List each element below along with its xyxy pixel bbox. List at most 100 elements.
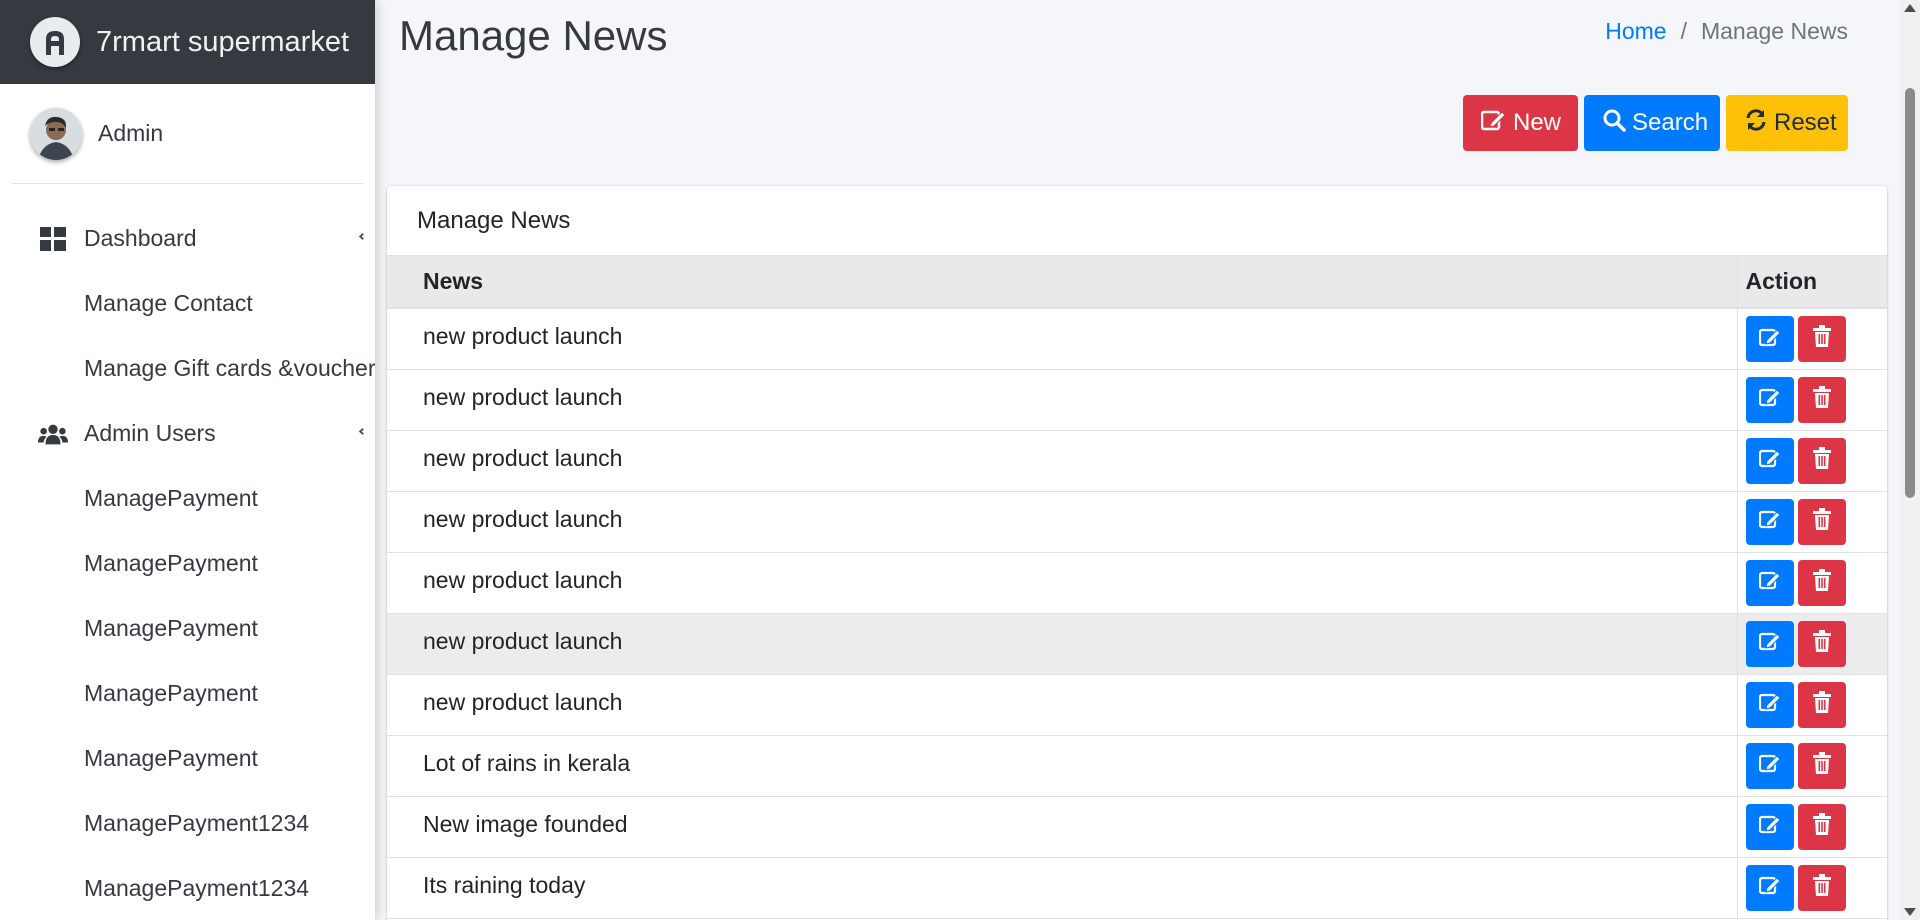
sidebar-item-managepayment[interactable]: ManagePayment (0, 726, 375, 791)
sidebar-item-label: Manage Contact (84, 290, 253, 316)
search-button-label: Search (1632, 109, 1709, 136)
sidebar-item-managepayment[interactable]: ManagePayment (0, 596, 375, 661)
action-cell (1736, 796, 1887, 858)
delete-button[interactable] (1797, 316, 1846, 362)
sidebar-item-managepayment1234[interactable]: ManagePayment1234 (0, 856, 375, 920)
table-row: new product launch (387, 430, 1887, 492)
table-row: Lot of rains in kerala (387, 735, 1887, 797)
scrollbar-thumb[interactable] (1905, 88, 1915, 498)
search-icon (1602, 108, 1632, 139)
edit-icon (1758, 691, 1781, 718)
action-cell (1736, 552, 1887, 614)
table-row: new product launch (387, 491, 1887, 553)
sidebar-item-manage-contact[interactable]: Manage Contact (0, 271, 375, 336)
toolbar: New Search Reset (1463, 95, 1848, 151)
search-button[interactable]: Search (1584, 95, 1720, 151)
sidebar-item-admin-users[interactable]: Admin Users (0, 401, 375, 466)
delete-button[interactable] (1797, 803, 1846, 850)
dashboard-icon (38, 224, 68, 254)
sidebar-item-label: Manage Gift cards &voucher (84, 355, 375, 381)
sidebar-item-label: ManagePayment (84, 485, 258, 511)
delete-button[interactable] (1797, 498, 1846, 545)
brand-link[interactable]: 7rmart supermarket (0, 0, 375, 84)
trash-icon (1812, 325, 1831, 353)
edit-icon (1758, 508, 1781, 535)
reset-button[interactable]: Reset (1726, 95, 1848, 151)
sidebar-item-managepayment[interactable]: ManagePayment (0, 531, 375, 596)
news-cell: Lot of rains in kerala (387, 735, 1737, 797)
column-header-news: News (387, 256, 1737, 309)
edit-icon (1758, 874, 1781, 901)
sidebar-item-label: Dashboard (84, 225, 197, 251)
news-cell: new product launch (387, 369, 1737, 431)
sidebar-item-managepayment1234[interactable]: ManagePayment1234 (0, 791, 375, 856)
action-cell (1736, 430, 1887, 492)
scrollbar[interactable] (1900, 0, 1920, 920)
sidebar-item-label: Admin Users (84, 420, 216, 446)
delete-button[interactable] (1797, 376, 1846, 423)
edit-button[interactable] (1745, 316, 1794, 362)
scroll-down-arrow-icon[interactable] (1904, 908, 1916, 916)
news-table: News Action new product launch new produc… (387, 256, 1887, 919)
refresh-icon (1744, 108, 1774, 139)
breadcrumb-separator: / (1680, 18, 1687, 44)
breadcrumb-current: Manage News (1700, 18, 1848, 44)
news-cell: new product launch (387, 430, 1737, 492)
news-cell: new product launch (387, 613, 1737, 675)
delete-button[interactable] (1797, 559, 1846, 606)
action-cell (1736, 857, 1887, 919)
edit-icon (1758, 447, 1781, 474)
edit-button[interactable] (1745, 681, 1794, 728)
delete-button[interactable] (1797, 864, 1846, 911)
edit-button[interactable] (1745, 376, 1794, 423)
trash-icon (1812, 507, 1831, 536)
edit-button[interactable] (1745, 437, 1794, 484)
trash-icon (1812, 690, 1831, 719)
delete-button[interactable] (1797, 620, 1846, 667)
sidebar-item-managepayment[interactable]: ManagePayment (0, 661, 375, 726)
sidebar-item-label: ManagePayment (84, 615, 258, 641)
brand-logo-icon (30, 17, 80, 67)
edit-icon (1480, 109, 1513, 138)
trash-icon (1812, 812, 1831, 841)
edit-icon (1758, 630, 1781, 657)
action-cell (1736, 613, 1887, 675)
edit-button[interactable] (1745, 742, 1794, 789)
user-name: Admin (98, 120, 164, 146)
table-row: new product launch (387, 308, 1887, 370)
edit-icon (1758, 813, 1781, 840)
scroll-up-arrow-icon[interactable] (1904, 4, 1916, 12)
sidebar-item-gift-cards[interactable]: Manage Gift cards &voucher (0, 336, 375, 401)
action-cell (1736, 491, 1887, 553)
breadcrumb-home-link[interactable]: Home (1605, 18, 1666, 45)
chevron-left-icon (358, 427, 367, 436)
trash-icon (1812, 385, 1831, 414)
new-button-label: New (1513, 109, 1562, 136)
delete-button[interactable] (1797, 437, 1846, 484)
new-button[interactable]: New (1463, 95, 1578, 151)
column-header-action: Action (1736, 256, 1887, 309)
table-row: new product launch (387, 369, 1887, 431)
edit-button[interactable] (1745, 559, 1794, 606)
delete-button[interactable] (1797, 742, 1846, 789)
edit-button[interactable] (1745, 864, 1794, 911)
trash-icon (1812, 568, 1831, 597)
main-content: Manage News Home / Manage News New Searc… (375, 0, 1900, 920)
user-panel[interactable]: Admin (12, 84, 363, 184)
table-row: New image founded (387, 796, 1887, 858)
sidebar-item-label: ManagePayment1234 (84, 875, 310, 901)
action-cell (1736, 735, 1887, 797)
delete-button[interactable] (1797, 681, 1846, 728)
card-title: Manage News (387, 186, 1887, 256)
page-title: Manage News (399, 12, 668, 59)
sidebar-item-label: ManagePayment1234 (84, 810, 310, 836)
edit-button[interactable] (1745, 498, 1794, 545)
edit-button[interactable] (1745, 803, 1794, 850)
reset-button-label: Reset (1774, 109, 1837, 136)
news-cell: new product launch (387, 308, 1737, 370)
edit-button[interactable] (1745, 620, 1794, 667)
sidebar-item-dashboard[interactable]: Dashboard (0, 206, 375, 271)
action-cell (1736, 369, 1887, 431)
sidebar-item-managepayment[interactable]: ManagePayment (0, 466, 375, 531)
sidebar-item-label: ManagePayment (84, 680, 258, 706)
